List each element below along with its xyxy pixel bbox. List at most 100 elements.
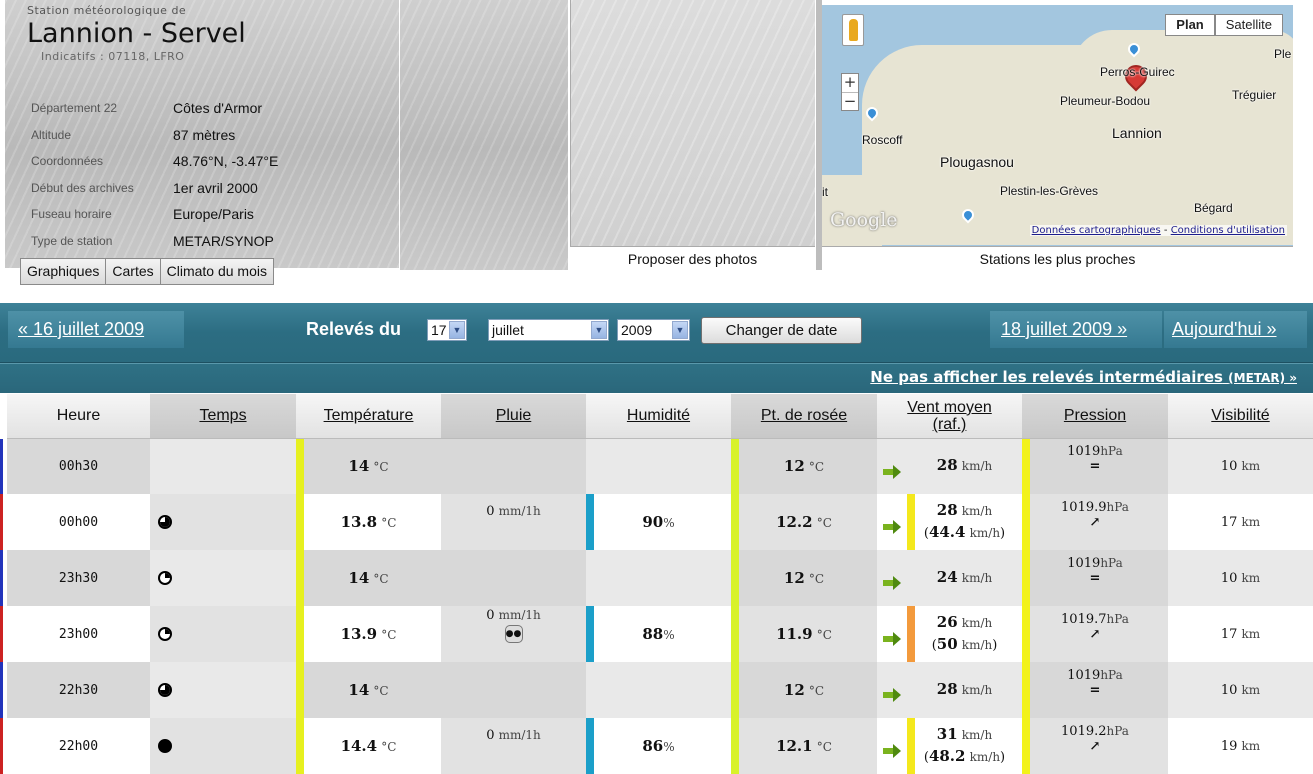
prev-day-link[interactable]: « 16 juillet 2009 <box>18 319 144 340</box>
wind-value: 24 <box>936 568 958 586</box>
col-rain[interactable]: Pluie <box>441 394 586 439</box>
col-humidity[interactable]: Humidité <box>586 394 731 439</box>
info-key: Fuseau horaire <box>31 207 112 222</box>
wind-value: 26 <box>936 613 958 631</box>
map-town-label: Perros-Guirec <box>1100 65 1175 79</box>
next-day-link[interactable]: 18 juillet 2009 » <box>1001 319 1127 340</box>
map-data-link[interactable]: Données cartographiques <box>1032 225 1161 236</box>
map-town-label: Ple <box>1274 47 1292 61</box>
wind-direction-icon <box>883 744 901 758</box>
humidity-cell <box>586 662 731 718</box>
pressure-bar <box>1022 718 1030 774</box>
temperature-value: 14 <box>348 681 370 699</box>
col-dewpoint-label[interactable]: Pt. de rosée <box>761 407 847 424</box>
tab-cartes[interactable]: Cartes <box>106 258 161 285</box>
hour-value: 23h00 <box>58 626 99 642</box>
dewpoint-bar <box>731 662 739 718</box>
map-type-control[interactable]: Plan Satellite <box>1165 14 1283 36</box>
zoom-in-button[interactable]: + <box>842 74 858 92</box>
dewpoint-value: 11.9 <box>776 625 813 643</box>
chevron-down-icon[interactable]: ▼ <box>591 321 607 339</box>
row-type-edge <box>0 606 3 662</box>
table-row: 23h00 13.9 °C 0 mm/1h ●● 88% 11.9 °C 26 km/h (5… <box>0 606 1313 662</box>
weather-cell <box>150 494 296 550</box>
zoom-out-button[interactable]: − <box>842 92 858 110</box>
col-weather[interactable]: Temps <box>150 394 296 439</box>
rain-unit: mm/1h <box>498 607 541 622</box>
month-select[interactable]: juillet ▼ <box>488 319 609 341</box>
info-value: Côtes d'Armor <box>173 100 263 117</box>
hide-intermediate-link[interactable]: Ne pas afficher les relevés intermédiair… <box>870 368 1297 386</box>
temperature-bar <box>296 550 304 606</box>
col-rain-label[interactable]: Pluie <box>496 407 532 424</box>
wind-value: 31 <box>936 725 958 743</box>
col-wind[interactable]: Vent moyen (raf.) <box>877 394 1022 439</box>
row-type-edge <box>0 662 3 718</box>
col-wind-label[interactable]: Vent moyen <box>907 399 992 416</box>
day-select-value: 17 <box>431 322 447 338</box>
pressure-value: 1019 <box>1067 556 1101 571</box>
col-pressure[interactable]: Pression <box>1022 394 1168 439</box>
map-zoom-control[interactable]: + − <box>841 73 859 111</box>
temperature-value: 13.9 <box>340 625 378 643</box>
col-temperature[interactable]: Température <box>296 394 441 439</box>
streetview-pegman-icon[interactable] <box>842 14 864 46</box>
visibility-unit: km <box>1241 626 1261 641</box>
pressure-trend-icon: ↗ <box>1089 515 1101 530</box>
dewpoint-bar <box>731 606 739 662</box>
wind-cell: 26 km/h (50 km/h) <box>877 606 1022 662</box>
rain-cell-content: 0 mm/1h <box>441 504 586 519</box>
gust-value: 44.4 <box>928 523 966 541</box>
wind-bar <box>907 718 915 774</box>
rain-radar-icon[interactable]: ●● <box>504 624 523 643</box>
table-header-row: Heure Temps Température Pluie Humidité P… <box>7 394 1313 439</box>
col-temperature-label[interactable]: Température <box>324 407 414 424</box>
col-weather-label[interactable]: Temps <box>199 407 246 424</box>
info-value: 1er avril 2000 <box>173 179 258 196</box>
info-row: Coordonnées 48.76°N, -3.47°E <box>31 148 278 175</box>
map-satellite-button[interactable]: Satellite <box>1214 14 1283 36</box>
station-name: Lannion - Servel <box>27 18 246 49</box>
col-pressure-label[interactable]: Pression <box>1064 407 1126 424</box>
row-type-edge <box>0 718 3 774</box>
today-link[interactable]: Aujourd'hui » <box>1172 319 1277 340</box>
releves-label: Relevés du <box>306 319 402 339</box>
chevron-down-icon[interactable]: ▼ <box>672 321 688 339</box>
hide-intermediate-tag: (METAR) » <box>1228 371 1297 385</box>
day-select[interactable]: 17 ▼ <box>427 319 467 341</box>
col-visibility-label[interactable]: Visibilité <box>1211 407 1269 424</box>
map-terms-link[interactable]: Conditions d'utilisation <box>1171 225 1285 236</box>
nearby-stations-map[interactable]: + − Plan Satellite Perros-Guirec Pleumeu… <box>822 5 1293 246</box>
wind-cell: 24 km/h <box>877 550 1022 606</box>
col-humidity-label[interactable]: Humidité <box>627 407 690 424</box>
visibility-cell: 17 km <box>1168 606 1313 662</box>
temperature-unit: °C <box>373 460 389 475</box>
col-gust-label[interactable]: (raf.) <box>933 416 967 433</box>
photo-panel[interactable] <box>570 0 815 268</box>
wind-value: 28 <box>936 501 958 519</box>
pressure-bar <box>1022 662 1030 718</box>
map-plan-button[interactable]: Plan <box>1165 14 1215 36</box>
year-select[interactable]: 2009 ▼ <box>617 319 690 341</box>
tab-graphiques[interactable]: Graphiques <box>20 258 107 285</box>
pressure-trend-icon: = <box>1089 683 1101 698</box>
hour-value: 23h30 <box>58 570 99 586</box>
dewpoint-value: 12 <box>783 457 805 476</box>
map-town-label: Bégard <box>1194 201 1233 215</box>
dewpoint-cell: 12 °C <box>731 438 877 494</box>
tab-climato[interactable]: Climato du mois <box>160 258 274 285</box>
col-hour: Heure <box>7 394 150 439</box>
col-dewpoint[interactable]: Pt. de rosée <box>731 394 877 439</box>
humidity-unit: % <box>663 516 675 530</box>
info-row: Fuseau horaire Europe/Paris <box>31 201 278 228</box>
cloud-cover-icon <box>158 571 172 585</box>
dewpoint-bar <box>731 438 739 494</box>
col-visibility[interactable]: Visibilité <box>1168 394 1313 439</box>
propose-photos-link[interactable]: Proposer des photos <box>570 246 815 270</box>
humidity-unit: % <box>663 628 675 642</box>
change-date-button[interactable]: Changer de date <box>701 317 862 344</box>
chevron-down-icon[interactable]: ▼ <box>449 321 465 339</box>
pressure-unit: hPa <box>1100 556 1123 570</box>
hour-cell: 23h30 <box>0 550 150 606</box>
visibility-value: 19 <box>1220 738 1238 754</box>
